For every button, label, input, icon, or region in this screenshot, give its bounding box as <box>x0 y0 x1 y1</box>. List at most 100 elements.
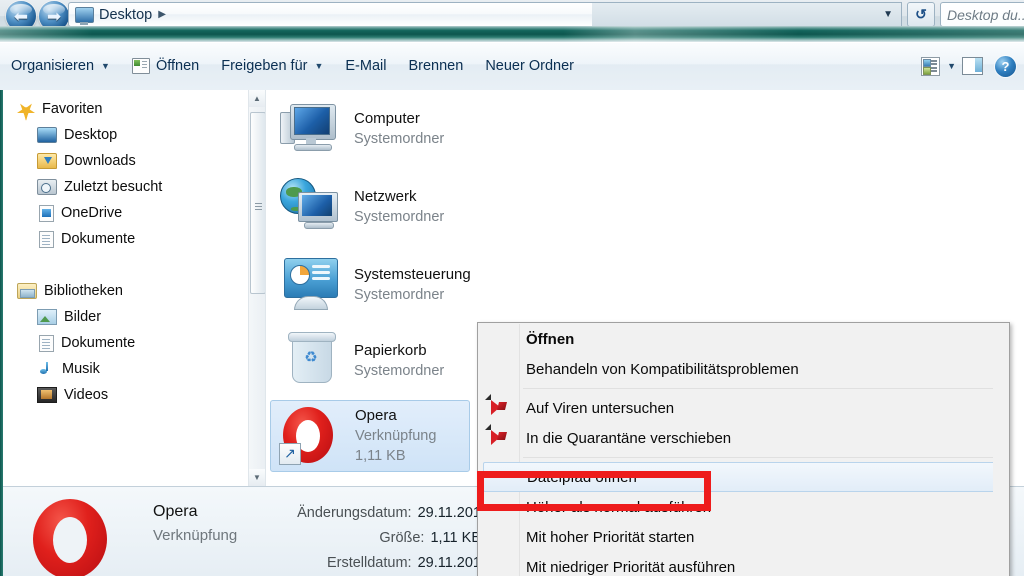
command-bar: Organisieren ▼ Öffnen Freigeben für ▼ E-… <box>0 42 1024 91</box>
toolbar-email[interactable]: E-Mail <box>334 51 397 81</box>
context-menu-item-kompatibilitaet[interactable]: Behandeln von Kompatibilitätsproblemen <box>479 354 1009 384</box>
file-item-systemsteuerung[interactable]: Systemsteuerung Systemordner <box>270 248 471 322</box>
address-bar-dropdown-area[interactable]: ▼ <box>592 2 902 27</box>
file-size: 1,11 KB <box>355 448 406 464</box>
details-label: Größe: <box>379 530 425 546</box>
sidebar-group-favoriten: Favoriten Desktop Downloads Zuletzt besu… <box>3 96 248 252</box>
context-menu-label: Öffnen <box>526 330 575 348</box>
file-subtitle: Systemordner <box>354 209 445 225</box>
forward-arrow-icon: ➡ <box>46 6 62 26</box>
sidebar-header-bibliotheken[interactable]: Bibliotheken <box>3 278 248 304</box>
sidebar-scrollbar-thumb[interactable] <box>250 112 266 294</box>
desktop-icon <box>75 6 94 25</box>
refresh-button[interactable]: ↺ <box>907 2 935 27</box>
open-icon <box>131 58 150 74</box>
toolbar-neuer-ordner[interactable]: Neuer Ordner <box>474 51 585 81</box>
preview-pane-icon[interactable] <box>962 57 983 75</box>
context-menu-label: Mit niedriger Priorität ausführen <box>526 558 736 576</box>
sidebar-item-desktop[interactable]: Desktop <box>3 122 248 148</box>
file-name: Computer <box>354 110 420 127</box>
details-label: Änderungsdatum: <box>297 505 412 521</box>
toolbar-organisieren[interactable]: Organisieren ▼ <box>0 51 121 81</box>
address-bar[interactable]: Desktop ▶ <box>68 2 593 27</box>
sidebar-label: Videos <box>64 387 109 403</box>
context-menu-item-quarantaene[interactable]: In die Quarantäne verschieben <box>479 423 1009 453</box>
back-arrow-icon: ⬅ <box>13 6 29 26</box>
search-input[interactable]: Desktop du... <box>940 2 1024 27</box>
toolbar-right-group: ▼ ? <box>921 55 1024 77</box>
file-name: Papierkorb <box>354 342 427 359</box>
details-row-modified: Änderungsdatum: 29.11.201 <box>231 501 481 526</box>
context-menu-scrollbar[interactable]: ▼ <box>993 324 1008 576</box>
sidebar-label: Musik <box>62 361 100 377</box>
view-dropdown-caret-icon[interactable]: ▼ <box>947 61 956 71</box>
breadcrumb-separator-icon[interactable]: ▶ <box>158 9 166 20</box>
grip-icon <box>254 202 262 204</box>
toolbar-brennen[interactable]: Brennen <box>397 51 474 81</box>
context-menu-items: Öffnen Behandeln von Kompatibilitätsprob… <box>479 324 1009 576</box>
forward-button[interactable]: ➡ <box>39 1 69 31</box>
sidebar-item-downloads[interactable]: Downloads <box>3 148 248 174</box>
sidebar-item-musik[interactable]: Musik <box>3 356 248 382</box>
details-file-type: Verknüpfung <box>153 527 238 544</box>
scroll-up-arrow-icon[interactable]: ▲ <box>249 90 265 107</box>
sidebar-item-zuletzt-besucht[interactable]: Zuletzt besucht <box>3 174 248 200</box>
chevron-down-icon: ▼ <box>314 61 324 71</box>
context-menu: Öffnen Behandeln von Kompatibilitätsprob… <box>477 322 1010 576</box>
sidebar-label: Dokumente <box>61 335 136 351</box>
toolbar-label: Neuer Ordner <box>485 58 574 74</box>
context-menu-label: Auf Viren untersuchen <box>526 399 675 417</box>
desktop-icon <box>37 127 57 143</box>
file-item-papierkorb[interactable]: ♻ Papierkorb Systemordner <box>270 324 444 398</box>
change-view-icon[interactable] <box>921 56 941 76</box>
computer-icon <box>278 98 344 160</box>
view-lines-icon <box>931 59 938 62</box>
sidebar-item-dokumente[interactable]: Dokumente <box>3 226 248 252</box>
recycle-bin-icon: ♻ <box>278 330 344 392</box>
file-subtitle: Systemordner <box>354 131 445 147</box>
sidebar-item-onedrive[interactable]: OneDrive <box>3 200 248 226</box>
context-menu-label: Mit hoher Priorität starten <box>526 528 695 546</box>
context-menu-item-oeffnen[interactable]: Öffnen <box>479 324 1009 354</box>
scroll-down-arrow-icon[interactable]: ▼ <box>249 469 265 486</box>
breadcrumb-desktop[interactable]: Desktop <box>99 7 152 23</box>
sidebar-label: OneDrive <box>61 205 123 221</box>
context-menu-item-auf-viren-untersuchen[interactable]: Auf Viren untersuchen <box>479 393 1009 423</box>
context-menu-item-niedrige-prioritaet[interactable]: Mit niedriger Priorität ausführen <box>479 552 1009 576</box>
toolbar-freigeben-fuer[interactable]: Freigeben für ▼ <box>210 51 334 81</box>
toolbar-label: Organisieren <box>11 58 95 74</box>
downloads-icon <box>37 153 57 169</box>
sidebar-label: Bilder <box>64 309 102 325</box>
library-folder-icon <box>17 283 37 299</box>
context-menu-item-hohe-prioritaet[interactable]: Mit hoher Priorität starten <box>479 522 1009 552</box>
kaspersky-icon <box>485 424 508 446</box>
sidebar-item-dokumente-lib[interactable]: Dokumente <box>3 330 248 356</box>
details-value: 29.11.201 <box>417 555 481 571</box>
network-icon <box>278 176 344 238</box>
help-button[interactable]: ? <box>995 55 1016 77</box>
sidebar-header-favoriten[interactable]: Favoriten <box>3 96 248 122</box>
toolbar-label: Öffnen <box>155 58 200 74</box>
sidebar-item-bilder[interactable]: Bilder <box>3 304 248 330</box>
star-icon <box>17 106 35 113</box>
details-opera-icon <box>33 499 113 576</box>
toolbar-oeffnen[interactable]: Öffnen <box>121 51 210 81</box>
context-menu-label: In die Quarantäne verschieben <box>526 429 732 447</box>
chevron-down-icon[interactable]: ▼ <box>883 9 901 20</box>
file-item-opera[interactable]: ↗ Opera Verknüpfung 1,11 KB <box>270 400 470 472</box>
pane-splitter[interactable] <box>265 90 266 486</box>
search-placeholder: Desktop du... <box>947 6 1024 23</box>
navigation-pane: Favoriten Desktop Downloads Zuletzt besu… <box>3 90 248 486</box>
back-button[interactable]: ⬅ <box>6 1 36 31</box>
file-item-netzwerk[interactable]: Netzwerk Systemordner <box>270 170 444 244</box>
details-properties: Änderungsdatum: 29.11.201 Größe: 1,11 KB… <box>231 501 481 576</box>
music-icon <box>37 361 55 377</box>
file-name: Opera <box>355 407 397 424</box>
file-subtitle: Systemordner <box>354 363 445 379</box>
context-menu-label: Behandeln von Kompatibilitätsproblemen <box>526 360 799 378</box>
sidebar-scrollbar[interactable]: ▲ ▼ <box>248 90 266 486</box>
opera-icon: ↗ <box>279 405 345 467</box>
file-item-computer[interactable]: Computer Systemordner <box>270 92 444 166</box>
sidebar-item-videos[interactable]: Videos <box>3 382 248 408</box>
document-icon <box>39 230 54 248</box>
